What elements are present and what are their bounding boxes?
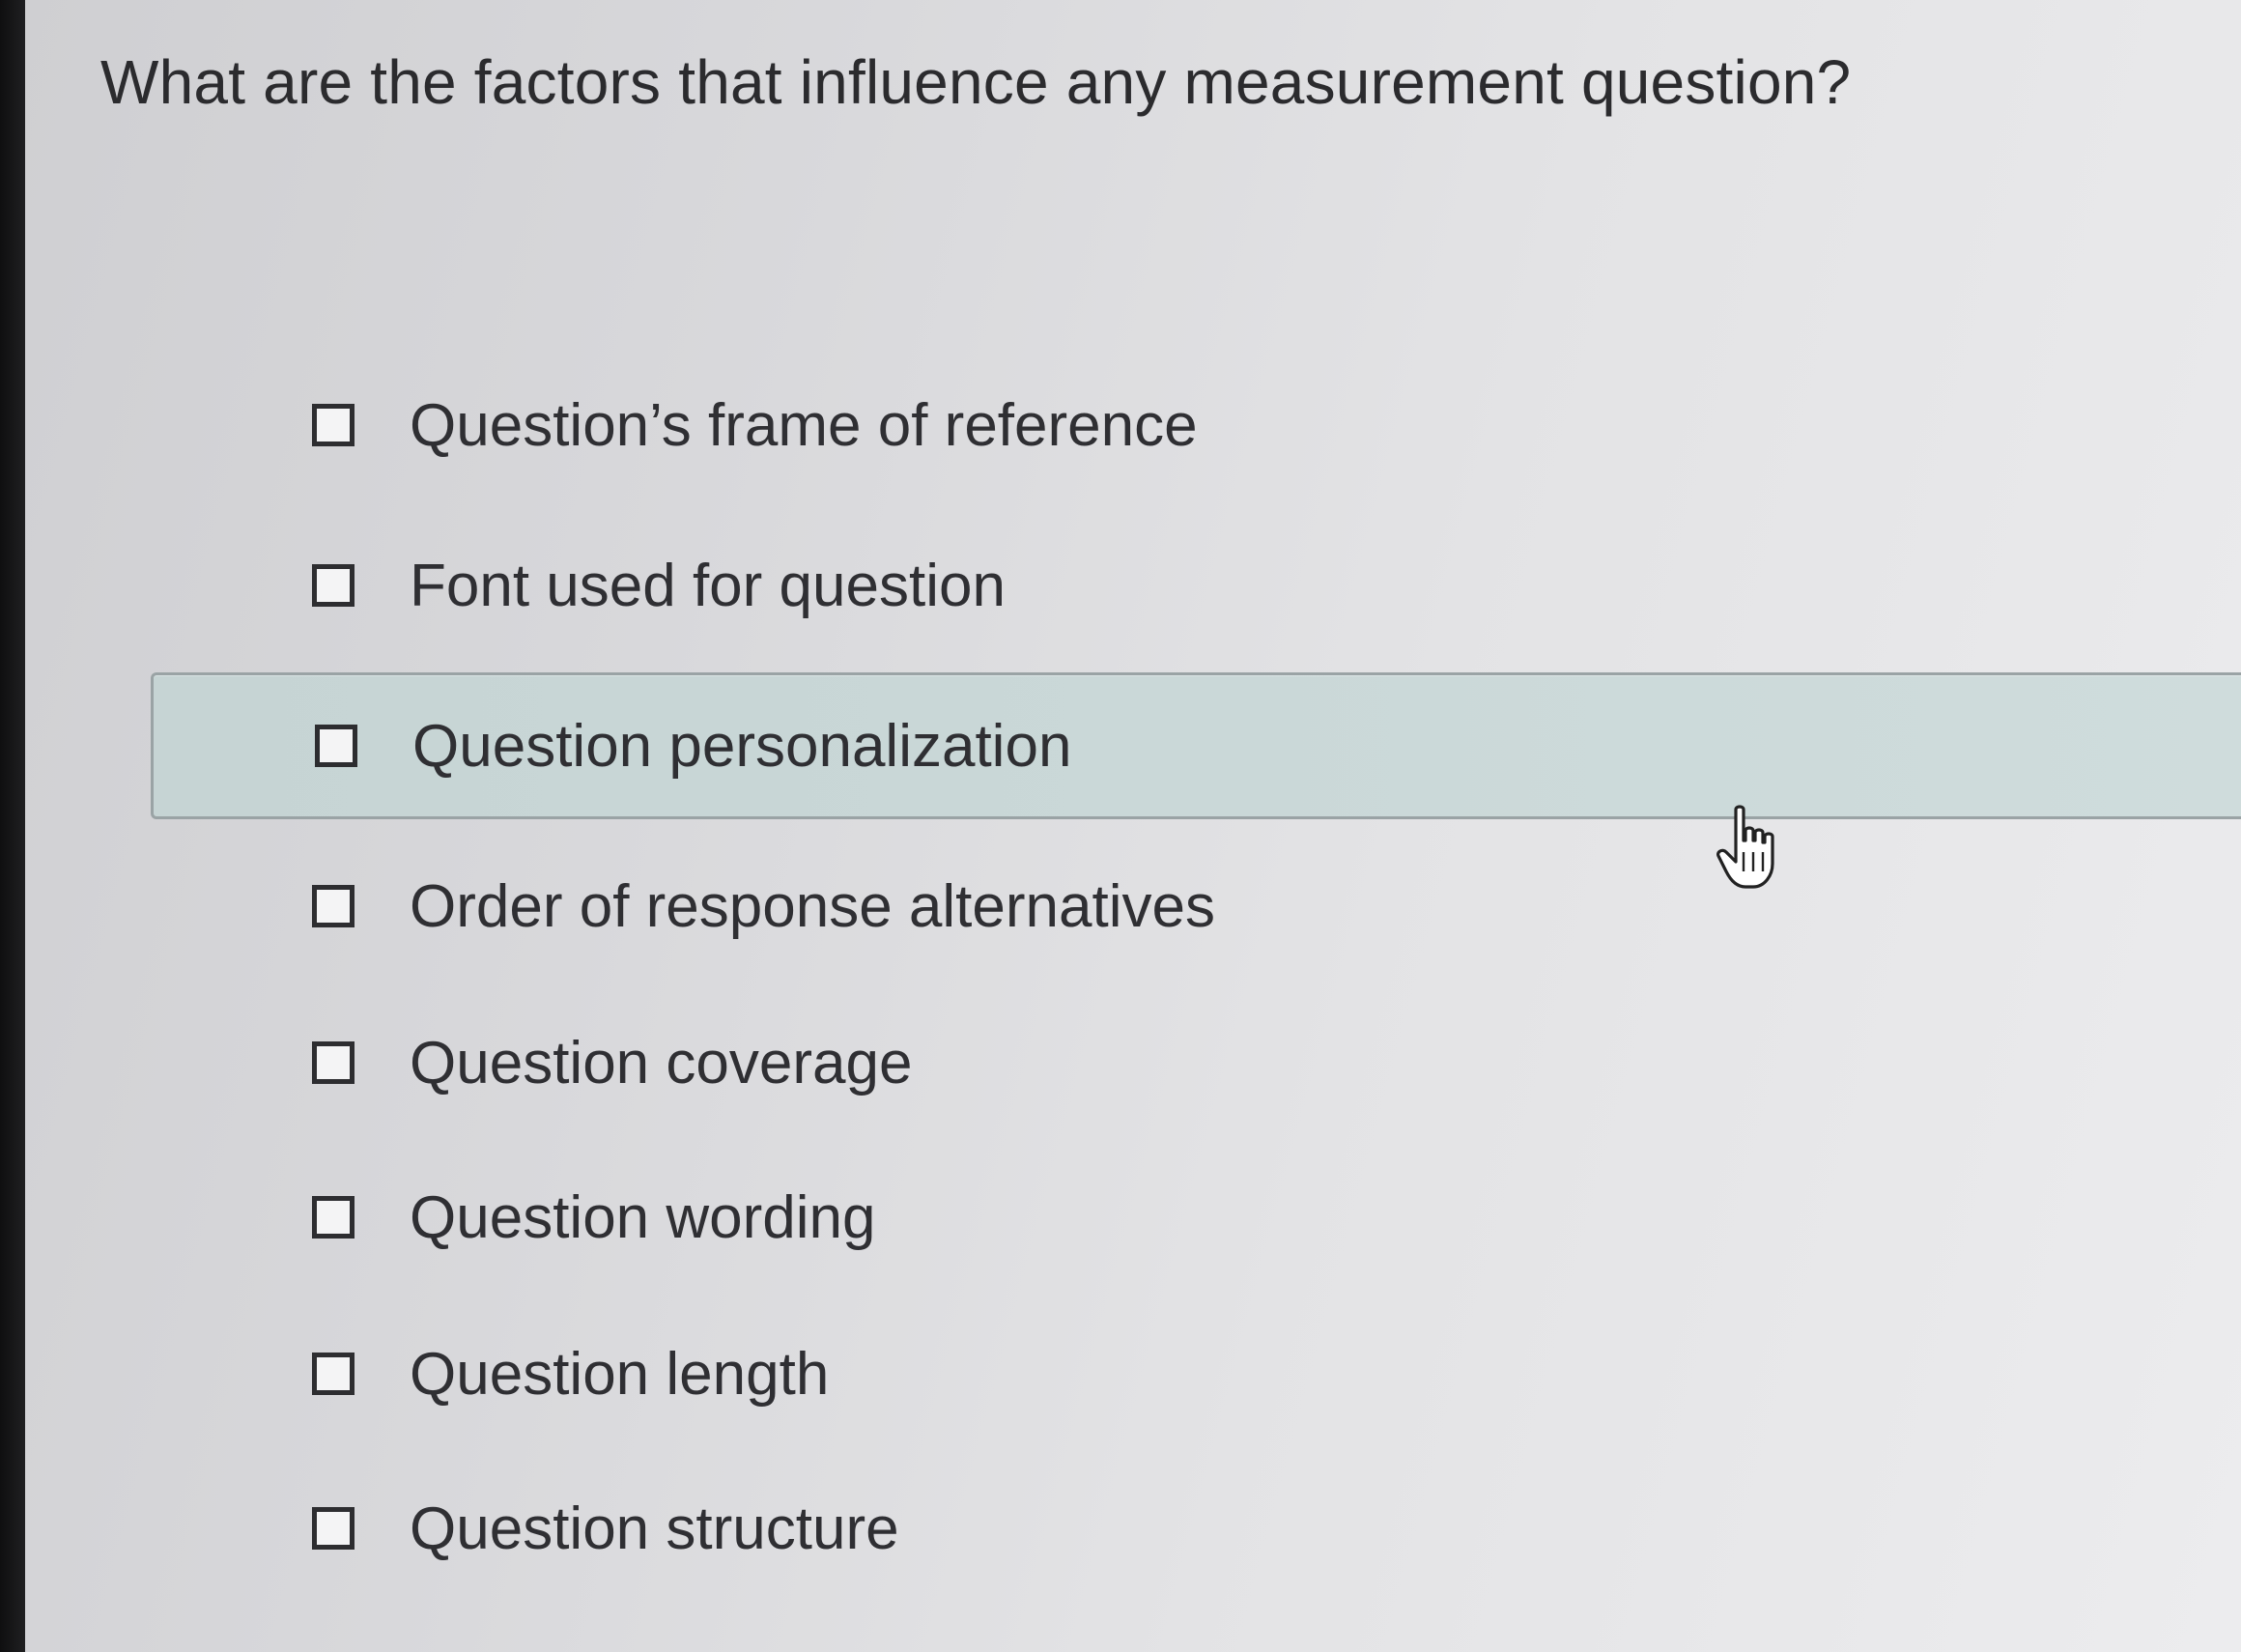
option-label: Question structure: [410, 1495, 899, 1562]
option-label: Question coverage: [410, 1029, 913, 1097]
hand-pointer-icon: [1716, 805, 1774, 889]
option-frame-of-reference[interactable]: Question’s frame of reference: [151, 352, 2241, 498]
option-label: Question personalization: [412, 712, 1072, 780]
option-order-of-response[interactable]: Order of response alternatives: [151, 833, 2241, 980]
checkbox[interactable]: [312, 885, 355, 927]
option-coverage[interactable]: Question coverage: [151, 989, 2241, 1136]
option-label: Question wording: [410, 1183, 876, 1251]
checkbox[interactable]: [312, 1353, 355, 1395]
checkbox[interactable]: [312, 1196, 355, 1239]
checkbox[interactable]: [312, 1507, 355, 1550]
option-structure[interactable]: Question structure: [151, 1455, 2241, 1602]
answer-options-list: Question’s frame of reference Font used …: [25, 0, 2241, 1652]
checkbox[interactable]: [312, 404, 355, 446]
checkbox[interactable]: [312, 564, 355, 607]
quiz-page: What are the factors that influence any …: [25, 0, 2241, 1652]
checkbox[interactable]: [312, 1041, 355, 1084]
option-label: Question length: [410, 1340, 830, 1408]
option-font-used[interactable]: Font used for question: [151, 512, 2241, 659]
option-wording[interactable]: Question wording: [151, 1144, 2241, 1291]
option-label: Order of response alternatives: [410, 872, 1215, 940]
checkbox[interactable]: [315, 725, 357, 767]
option-personalization[interactable]: Question personalization: [151, 672, 2241, 819]
option-label: Question’s frame of reference: [410, 391, 1198, 459]
option-label: Font used for question: [410, 552, 1006, 619]
option-length[interactable]: Question length: [151, 1300, 2241, 1447]
